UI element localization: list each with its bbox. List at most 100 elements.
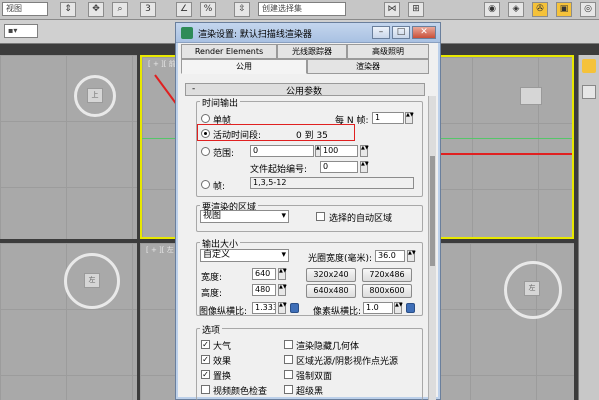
preset-720x486-button[interactable]: 720x486 bbox=[362, 268, 412, 282]
frames-label: 帧: bbox=[213, 182, 226, 192]
output-preset-select[interactable]: 自定义 bbox=[200, 249, 289, 262]
arrow-icon[interactable]: ⇕ bbox=[60, 2, 76, 17]
aperture-input[interactable]: 36.0 bbox=[375, 250, 405, 262]
scrollbar-thumb[interactable] bbox=[430, 156, 435, 266]
displacement-label: 置换 bbox=[213, 372, 232, 382]
render-icon[interactable]: ◎ bbox=[580, 2, 596, 17]
align-icon[interactable]: ⊞ bbox=[408, 2, 424, 17]
height-label: 高度: bbox=[201, 289, 223, 299]
rollout-title: 公用参数 bbox=[286, 87, 323, 97]
frames-input[interactable]: 1,3,5-12 bbox=[250, 177, 414, 189]
effects-checkbox[interactable]: ✓ bbox=[201, 355, 210, 364]
maximize-button[interactable]: □ bbox=[392, 26, 410, 39]
auto-region-checkbox[interactable] bbox=[316, 212, 325, 221]
atmosphere-label: 大气 bbox=[213, 342, 232, 352]
tab-advanced-lighting[interactable]: 高级照明 bbox=[347, 44, 429, 59]
app-icon bbox=[181, 27, 193, 39]
preset-640x480-button[interactable]: 640x480 bbox=[306, 284, 356, 298]
viewport-caption[interactable]: [ + ][ 前 bbox=[148, 59, 176, 69]
preset-800x600-button[interactable]: 800x600 bbox=[362, 284, 412, 298]
force-2sided-label: 强制双面 bbox=[296, 372, 333, 382]
range-end-input[interactable]: 100 bbox=[320, 145, 358, 157]
crosshair-icon[interactable]: ✥ bbox=[88, 2, 104, 17]
percent-icon[interactable]: % bbox=[200, 2, 216, 17]
curve-editor-icon[interactable]: ◈ bbox=[508, 2, 524, 17]
every-n-input[interactable]: 1 bbox=[372, 112, 404, 124]
tab-render-elements[interactable]: Render Elements bbox=[181, 44, 277, 59]
frames-radio[interactable] bbox=[201, 180, 210, 189]
dialog-scrollbar[interactable] bbox=[428, 96, 436, 400]
range-end-spinner[interactable]: ▲▼ bbox=[360, 145, 369, 157]
range-label: 范围: bbox=[213, 149, 235, 159]
file-start-input[interactable]: 0 bbox=[320, 161, 358, 173]
mirror-icon[interactable]: ⋈ bbox=[384, 2, 400, 17]
main-toolbar: 视图 ⇕ ✥ ⌕ 3 ∠ % ⇳ 创建选择集 ⋈ ⊞ ◉ ◈ ✇ ▣ ◎ bbox=[0, 0, 599, 20]
selection-set-input[interactable]: 创建选择集 bbox=[258, 2, 346, 16]
angle-snap-icon[interactable]: ∠ bbox=[176, 2, 192, 17]
file-start-spinner[interactable]: ▲▼ bbox=[360, 161, 369, 173]
viewport-top[interactable]: 上 bbox=[0, 55, 137, 239]
height-input[interactable]: 480 bbox=[252, 284, 276, 296]
area-lights-checkbox[interactable] bbox=[284, 355, 293, 364]
minimize-button[interactable]: – bbox=[372, 26, 390, 39]
render-setup-icon[interactable]: ✇ bbox=[532, 2, 548, 17]
aperture-spinner[interactable]: ▲▼ bbox=[407, 250, 416, 262]
width-spinner[interactable]: ▲▼ bbox=[278, 268, 287, 280]
ribbon-toggle[interactable]: ▪▾ bbox=[4, 24, 38, 38]
image-aspect-label: 图像纵横比: bbox=[199, 307, 248, 317]
tab-renderer[interactable]: 渲染器 bbox=[307, 59, 429, 74]
image-aspect-input[interactable]: 1.333 bbox=[252, 302, 276, 314]
snap-icon[interactable]: 3 bbox=[140, 2, 156, 17]
range-radio[interactable] bbox=[201, 147, 210, 156]
preset-320x240-button[interactable]: 320x240 bbox=[306, 268, 356, 282]
width-input[interactable]: 640 bbox=[252, 268, 276, 280]
viewport-left[interactable]: 左 bbox=[0, 243, 137, 400]
force-2sided-checkbox[interactable] bbox=[284, 370, 293, 379]
dialog-title: 渲染设置: 默认扫描线渲染器 bbox=[198, 30, 312, 40]
height-spinner[interactable]: ▲▼ bbox=[278, 284, 287, 296]
super-black-checkbox[interactable] bbox=[284, 385, 293, 394]
image-aspect-lock-icon[interactable] bbox=[290, 303, 299, 313]
viewcube[interactable]: 上 bbox=[87, 88, 103, 103]
viewcube[interactable]: 左 bbox=[84, 273, 100, 288]
zoom-icon[interactable]: ⌕ bbox=[112, 2, 128, 17]
render-hidden-label: 渲染隐藏几何体 bbox=[296, 342, 360, 352]
tab-common[interactable]: 公用 bbox=[181, 59, 307, 74]
pixel-aspect-spinner[interactable]: ▲▼ bbox=[394, 302, 403, 314]
width-label: 宽度: bbox=[201, 273, 223, 283]
image-aspect-spinner[interactable]: ▲▼ bbox=[278, 302, 287, 314]
viewport-caption[interactable]: [ + ][ 左 bbox=[146, 245, 174, 255]
effects-label: 效果 bbox=[213, 357, 232, 367]
range-start-input[interactable]: 0 bbox=[250, 145, 314, 157]
single-frame-radio[interactable] bbox=[201, 114, 210, 123]
tab-raytracer[interactable]: 光线跟踪器 bbox=[277, 44, 347, 59]
dialog-titlebar[interactable]: 渲染设置: 默认扫描线渲染器 – □ ✕ bbox=[176, 23, 440, 43]
pixel-aspect-lock-icon[interactable] bbox=[406, 303, 415, 313]
close-button[interactable]: ✕ bbox=[412, 26, 436, 39]
render-hidden-checkbox[interactable] bbox=[284, 340, 293, 349]
view-select[interactable]: 视图 bbox=[2, 2, 48, 16]
options-label: 选项 bbox=[200, 323, 223, 336]
super-black-label: 超级黑 bbox=[296, 387, 324, 397]
panel-icon[interactable] bbox=[582, 85, 596, 99]
video-color-check-checkbox[interactable] bbox=[201, 385, 210, 394]
displacement-checkbox[interactable]: ✓ bbox=[201, 370, 210, 379]
material-icon[interactable]: ◉ bbox=[484, 2, 500, 17]
auto-region-label: 选择的自动区域 bbox=[329, 214, 393, 224]
command-panel bbox=[578, 55, 599, 400]
rollout-header[interactable]: - 公用参数 bbox=[185, 83, 425, 97]
light-icon[interactable] bbox=[582, 59, 596, 73]
viewcube[interactable]: 左 bbox=[524, 281, 540, 296]
video-color-check-label: 视频颜色检查 bbox=[213, 387, 268, 397]
every-n-spinner[interactable]: ▲▼ bbox=[405, 112, 414, 124]
viewcube[interactable] bbox=[520, 87, 542, 105]
spinner-snap-icon[interactable]: ⇳ bbox=[234, 2, 250, 17]
pixel-aspect-label: 像素纵横比: bbox=[313, 307, 362, 317]
pixel-aspect-input[interactable]: 1.0 bbox=[363, 302, 393, 314]
area-lights-label: 区域光源/阴影视作点光源 bbox=[296, 357, 399, 367]
render-area-select[interactable]: 视图 bbox=[200, 210, 289, 223]
atmosphere-checkbox[interactable]: ✓ bbox=[201, 340, 210, 349]
time-output-label: 时间输出 bbox=[200, 96, 241, 109]
render-frame-icon[interactable]: ▣ bbox=[556, 2, 572, 17]
highlight-box bbox=[197, 124, 355, 141]
